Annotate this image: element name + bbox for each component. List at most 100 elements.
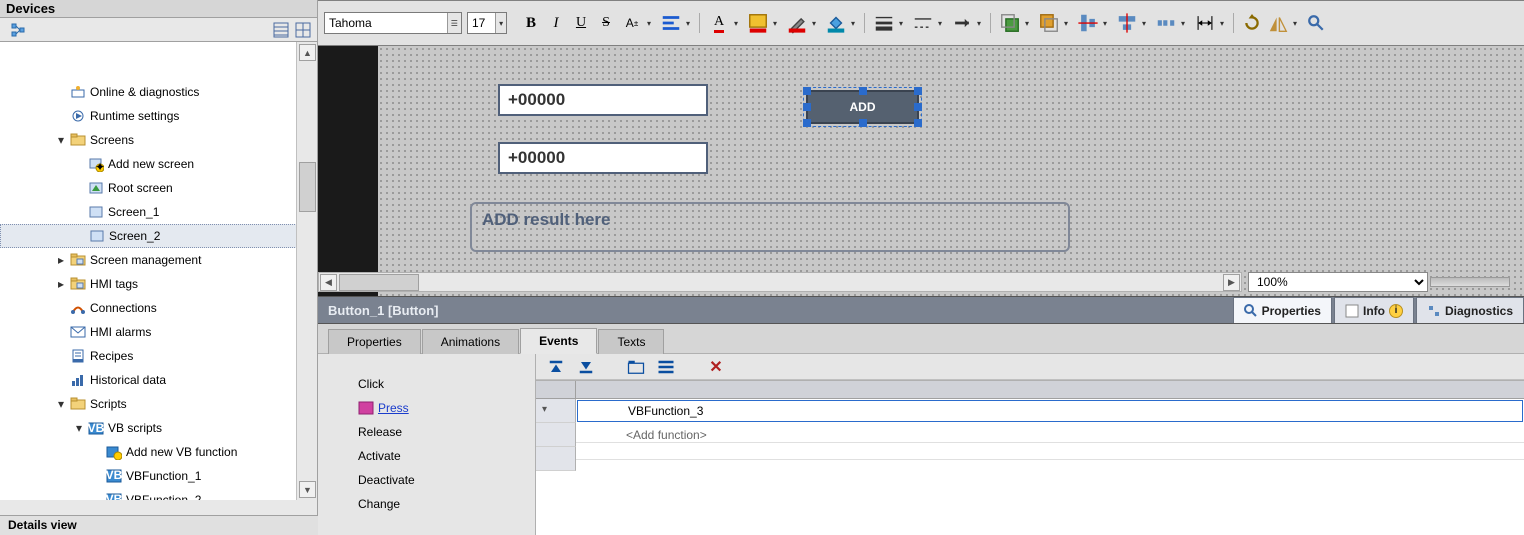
tree-toggle-icon[interactable]: [8, 21, 28, 39]
zoom-slider[interactable]: [1430, 277, 1510, 287]
font-color-button[interactable]: A▾: [708, 12, 742, 34]
move-up-icon[interactable]: [546, 357, 566, 377]
tree-item-vbfunction-1[interactable]: VBVBFunction_1: [0, 464, 297, 488]
tree-item-add-new-vb-function[interactable]: Add new VB function: [0, 440, 297, 464]
io-field-2[interactable]: +00000: [498, 142, 708, 174]
tree-item-screens[interactable]: ▾Screens: [0, 128, 297, 152]
line-ends-button[interactable]: ▾: [951, 12, 985, 34]
devices-tree[interactable]: Online & diagnosticsRuntime settings▾Scr…: [0, 42, 297, 500]
scroll-right-icon[interactable]: ▶: [1223, 274, 1240, 291]
canvas-hscroll[interactable]: ◀ ▶: [318, 272, 1242, 292]
font-dropdown-icon[interactable]: ☰: [447, 13, 461, 33]
add-button[interactable]: ADD: [806, 90, 919, 124]
subtab-animations[interactable]: Animations: [422, 329, 519, 354]
vbfn-icon: VB: [106, 492, 122, 500]
screen-icon: [88, 204, 104, 220]
subtab-events[interactable]: Events: [520, 328, 597, 354]
font-increase-button[interactable]: A±▾: [621, 12, 655, 34]
tree-item-screen-management[interactable]: ▸Screen management: [0, 248, 297, 272]
tree-item-vb-scripts[interactable]: ▾VBVB scripts: [0, 416, 297, 440]
line-width-button[interactable]: ▾: [912, 12, 946, 34]
send-back-button[interactable]: ▾: [1038, 12, 1072, 34]
underline-button[interactable]: U: [571, 12, 591, 34]
zoom-tool-button[interactable]: [1306, 12, 1326, 34]
event-click[interactable]: Click: [318, 372, 535, 396]
scroll-down-icon[interactable]: ▼: [299, 481, 316, 498]
scroll-up-icon[interactable]: ▲: [299, 44, 316, 61]
tab-properties-right[interactable]: Properties: [1233, 297, 1332, 323]
tree-item-runtime-settings[interactable]: Runtime settings: [0, 104, 297, 128]
event-deactivate[interactable]: Deactivate: [318, 468, 535, 492]
font-family-input[interactable]: [325, 16, 447, 30]
text-align-button[interactable]: ▾: [660, 12, 694, 34]
tree-item-add-new-screen[interactable]: ✦Add new screen: [0, 152, 297, 176]
tree-item-hmi-tags[interactable]: ▸HMI tags: [0, 272, 297, 296]
spacing-button[interactable]: ▾: [1194, 12, 1228, 34]
add-function-row[interactable]: <Add function>: [536, 423, 1524, 447]
event-activate[interactable]: Activate: [318, 444, 535, 468]
move-down-icon[interactable]: [576, 357, 596, 377]
strike-button[interactable]: S: [596, 12, 616, 34]
expand-icon[interactable]: ▸: [54, 277, 68, 291]
italic-button[interactable]: I: [546, 12, 566, 34]
tree-vscroll[interactable]: ▲ ▼: [296, 42, 317, 500]
bring-front-button[interactable]: ▾: [999, 12, 1033, 34]
tree-item-connections[interactable]: Connections: [0, 296, 297, 320]
line-style-button[interactable]: ▾: [873, 12, 907, 34]
fill-color-button[interactable]: ▾: [825, 12, 859, 34]
collapse-icon[interactable]: ▾: [72, 421, 86, 435]
subtab-texts[interactable]: Texts: [598, 329, 664, 354]
tree-item-screen-1[interactable]: Screen_1: [0, 200, 297, 224]
function-cell[interactable]: VBFunction_3: [577, 400, 1523, 422]
font-size-combo[interactable]: ▾: [467, 12, 507, 34]
align-h-button[interactable]: ▾: [1077, 12, 1111, 34]
tab-diagnostics-right[interactable]: Diagnostics: [1416, 297, 1524, 323]
tree-item-scripts[interactable]: ▾Scripts: [0, 392, 297, 416]
event-change[interactable]: Change: [318, 492, 535, 516]
scroll-thumb[interactable]: [299, 162, 316, 212]
io-field-1[interactable]: +00000: [498, 84, 708, 116]
expand-folder-icon[interactable]: [626, 357, 646, 377]
align-v-button[interactable]: ▾: [1116, 12, 1150, 34]
line-color-button[interactable]: ▾: [786, 12, 820, 34]
bg-color-button[interactable]: ▾: [747, 12, 781, 34]
expand-icon[interactable]: ▾: [542, 404, 547, 415]
result-text-field[interactable]: ADD result here: [470, 202, 1070, 252]
subtab-properties[interactable]: Properties: [328, 329, 421, 354]
tree-item-vbfunction-2[interactable]: VBVBFunction_2: [0, 488, 297, 500]
event-release[interactable]: Release: [318, 420, 535, 444]
font-family-combo[interactable]: ☰: [324, 12, 462, 34]
tree-item-screen-2[interactable]: Screen_2: [0, 224, 297, 248]
delete-icon[interactable]: ✕: [706, 357, 726, 377]
tab-info-label: Info: [1363, 304, 1385, 318]
hscroll-thumb[interactable]: [339, 274, 419, 291]
inspector-header: Button_1 [Button] Properties Info i Diag…: [318, 296, 1524, 324]
font-size-input[interactable]: [468, 16, 495, 30]
collapse-icon[interactable]: ▾: [54, 397, 68, 411]
bold-button[interactable]: B: [521, 12, 541, 34]
tab-info-right[interactable]: Info i: [1334, 297, 1414, 323]
screen-canvas[interactable]: +00000 +00000 ADD ADD result here: [378, 46, 1524, 302]
collapse-icon[interactable]: ▾: [54, 133, 68, 147]
tree-item-historical-data[interactable]: Historical data: [0, 368, 297, 392]
tree-item-hmi-alarms[interactable]: HMI alarms: [0, 320, 297, 344]
details-view-header[interactable]: Details view: [0, 515, 318, 535]
tree-item-recipes[interactable]: Recipes: [0, 344, 297, 368]
collapse-folder-icon[interactable]: [656, 357, 676, 377]
view-list-icon[interactable]: [271, 21, 291, 39]
tree-item-online-diagnostics[interactable]: Online & diagnostics: [0, 80, 297, 104]
flip-button[interactable]: ▾: [1267, 12, 1301, 34]
function-row[interactable]: ▾ VBFunction_3: [536, 399, 1524, 423]
zoom-combo[interactable]: 100%: [1248, 272, 1428, 292]
size-dropdown-icon[interactable]: ▾: [495, 13, 506, 33]
event-press[interactable]: Press: [318, 396, 535, 420]
rotate-button[interactable]: [1242, 12, 1262, 34]
scroll-left-icon[interactable]: ◀: [320, 274, 337, 291]
add-function-cell[interactable]: <Add function>: [576, 428, 1524, 443]
distribute-button[interactable]: ▾: [1155, 12, 1189, 34]
format-toolbar: ☰ ▾ B I U S A±▾ ▾ A▾ ▾ ▾ ▾ ▾ ▾ ▾ ▾ ▾ ▾ ▾…: [318, 0, 1524, 46]
view-grid-icon[interactable]: [293, 21, 313, 39]
expand-icon[interactable]: ▸: [54, 253, 68, 267]
tree-item-root-screen[interactable]: Root screen: [0, 176, 297, 200]
rootscreen-icon: [88, 180, 104, 196]
